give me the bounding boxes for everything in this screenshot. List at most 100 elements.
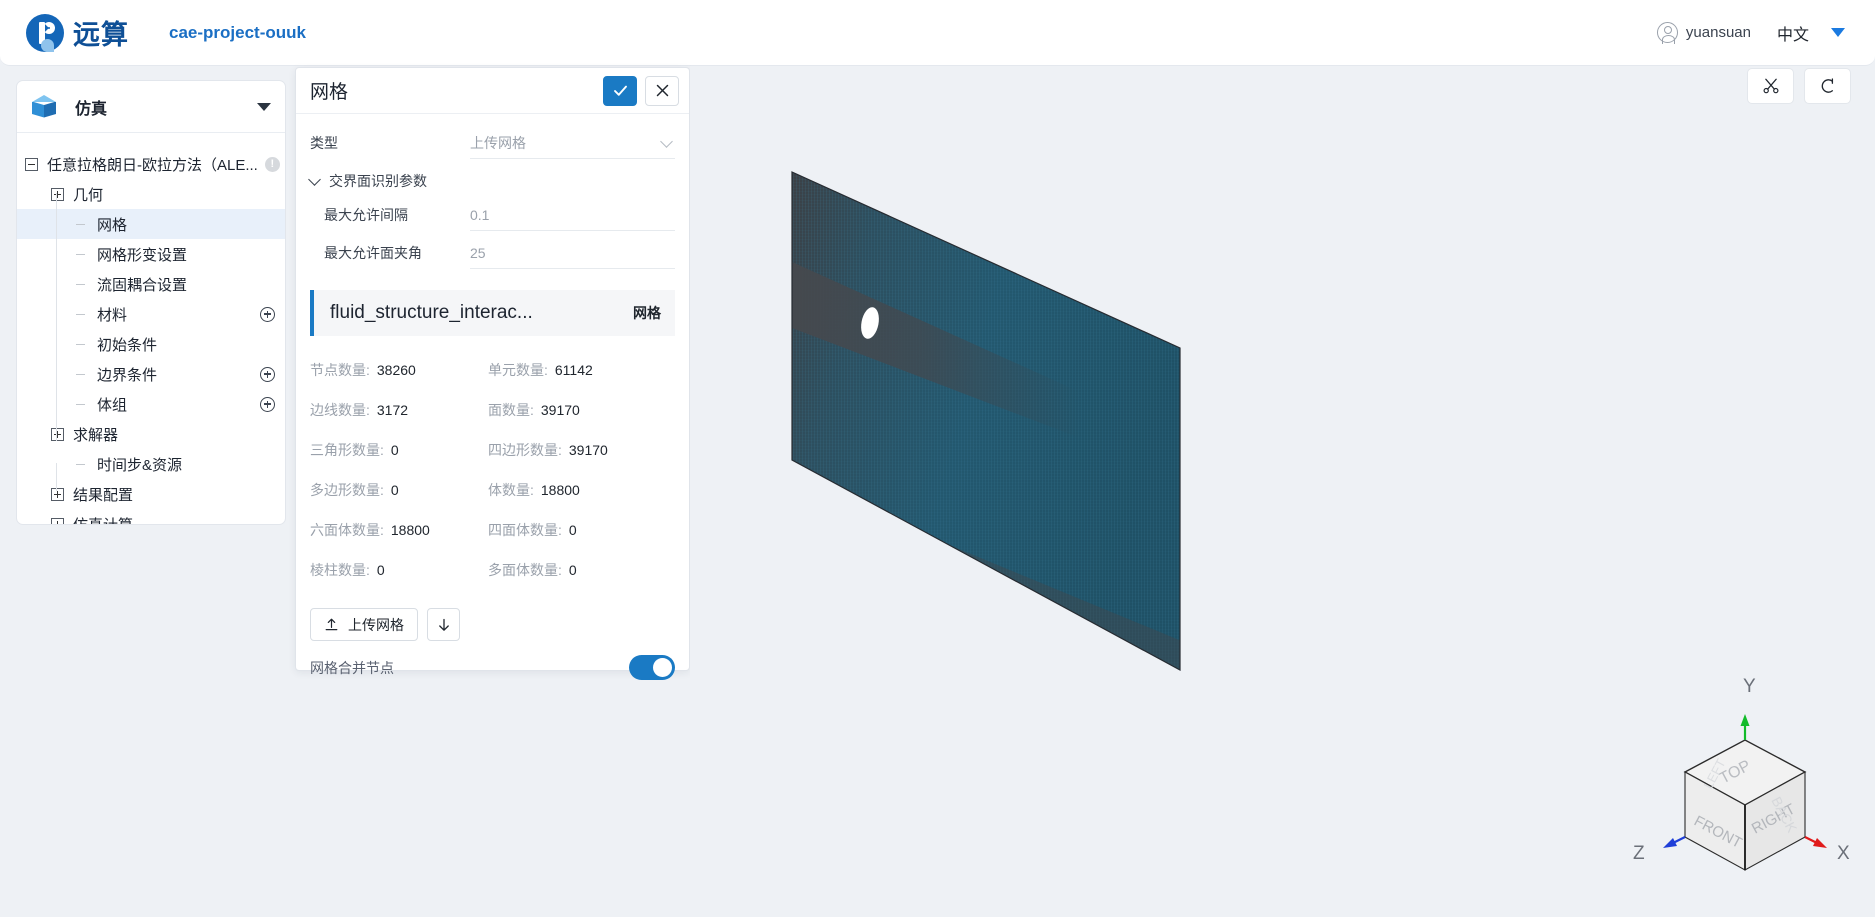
tree-item-label: 任意拉格朗日-欧拉方法（ALE... — [47, 156, 258, 174]
mesh-grid-texture — [792, 172, 1180, 670]
stat-key: 四面体数量: — [488, 522, 562, 538]
interface-params-group-header[interactable]: 交界面识别参数 — [308, 166, 675, 196]
tree-item-label: 材料 — [97, 306, 128, 324]
axis-label-z: Z — [1633, 843, 1645, 864]
expand-icon[interactable] — [51, 487, 64, 501]
tree-item-7[interactable]: 边界条件 — [17, 359, 285, 389]
project-name[interactable]: cae-project-ouuk — [169, 23, 306, 43]
stat-value: 39170 — [540, 402, 580, 418]
mesh-file-card[interactable]: fluid_structure_interac... 网格 — [310, 290, 675, 336]
axis-arrow-z — [1663, 836, 1686, 848]
simulation-tree: 任意拉格朗日-欧拉方法（ALE...! 几何网格网格形变设置 流固耦合设置材料初始条… — [17, 133, 285, 525]
chevron-down-icon[interactable] — [257, 102, 271, 111]
tree-item-3[interactable]: 网格形变设置 — [17, 239, 285, 269]
download-mesh-button[interactable] — [427, 608, 460, 641]
stat-key: 边线数量: — [310, 402, 370, 418]
panel-actions — [603, 75, 679, 106]
sidebar-header[interactable]: 仿真 — [17, 81, 285, 133]
expand-icon[interactable] — [51, 187, 64, 201]
stat-item: 六面体数量: 18800 — [310, 510, 488, 550]
chevron-down-icon[interactable] — [1831, 28, 1845, 37]
chevron-down-icon — [308, 172, 321, 186]
stat-key: 多面体数量: — [488, 562, 562, 578]
stat-value: 0 — [376, 562, 385, 578]
language-label[interactable]: 中文 — [1777, 21, 1809, 45]
stat-key: 多边形数量: — [310, 482, 384, 498]
stat-item: 三角形数量: 0 — [310, 430, 488, 470]
logo-icon — [26, 13, 64, 52]
3d-viewport[interactable]: Y Z X TOP FRONT RIGHT BACK LEFT — [690, 66, 1875, 917]
stat-key: 面数量: — [488, 402, 534, 418]
tree-item-11[interactable]: 结果配置 — [17, 479, 285, 509]
expand-icon[interactable] — [51, 427, 64, 441]
stat-value: 0 — [390, 482, 399, 498]
sidebar-title: 仿真 — [75, 100, 108, 118]
tree-item-label: 几何 — [73, 186, 104, 204]
tree-item-label: 仿真计算 — [73, 516, 134, 525]
type-select[interactable]: 上传网格 — [470, 127, 675, 159]
tree-item-9[interactable]: 求解器 — [17, 419, 285, 449]
sidebar: 仿真 任意拉格朗日-欧拉方法（ALE...! 几何网格网格形变设置 流固耦合设置材料… — [16, 80, 286, 525]
merge-nodes-toggle[interactable] — [629, 655, 675, 680]
mesh-model[interactable] — [790, 170, 1184, 672]
scissors-icon — [1762, 78, 1779, 94]
add-icon[interactable] — [260, 396, 275, 412]
mesh-file-tag: 网格 — [633, 305, 661, 321]
stat-value: 0 — [568, 522, 577, 538]
cube-icon — [31, 94, 57, 120]
username-label[interactable]: yuansuan — [1686, 24, 1751, 41]
tree-item-label: 结果配置 — [73, 486, 134, 504]
stat-value: 0 — [390, 442, 399, 458]
cancel-button[interactable] — [645, 75, 679, 106]
axis-label-x: X — [1837, 843, 1850, 864]
upload-row: 上传网格 — [310, 608, 675, 641]
tree-item-label: 时间步&资源 — [97, 456, 183, 474]
stat-item: 面数量: 39170 — [488, 390, 675, 430]
stat-value: 39170 — [568, 442, 608, 458]
tree-connector — [56, 193, 57, 441]
stat-item: 四面体数量: 0 — [488, 510, 675, 550]
tree-item-label: 体组 — [97, 396, 128, 414]
tree-item-2[interactable]: 网格 — [17, 209, 285, 239]
add-icon[interactable] — [260, 366, 275, 382]
stat-value: 3172 — [376, 402, 409, 418]
add-icon[interactable] — [260, 306, 275, 322]
top-bar: 远算 cae-project-ouuk yuansuan 中文 — [0, 0, 1875, 66]
max-angle-input[interactable]: 25 — [470, 237, 675, 269]
info-icon[interactable]: ! — [264, 156, 280, 172]
tree-connector — [56, 463, 57, 491]
tree-item-10[interactable]: 时间步&资源 — [17, 449, 285, 479]
type-field-row: 类型 上传网格 — [310, 124, 675, 162]
collapse-icon[interactable] — [25, 157, 38, 171]
tree-item-12[interactable]: 仿真计算 — [17, 509, 285, 525]
stat-item: 体数量: 18800 — [488, 470, 675, 510]
tree-item-4[interactable]: 流固耦合设置 — [17, 269, 285, 299]
axis-label-y: Y — [1743, 676, 1756, 697]
tree-item-6[interactable]: 初始条件 — [17, 329, 285, 359]
confirm-button[interactable] — [603, 75, 637, 106]
expand-icon[interactable] — [51, 517, 64, 524]
stat-key: 节点数量: — [310, 362, 370, 378]
tree-item-1[interactable]: 几何 — [17, 179, 285, 209]
scissors-icon-button[interactable] — [1747, 68, 1794, 104]
tree-item-label: 网格 — [97, 216, 128, 234]
stat-value: 61142 — [554, 362, 593, 378]
tree-item-0[interactable]: 任意拉格朗日-欧拉方法（ALE...! — [17, 149, 285, 179]
max-angle-label: 最大允许面夹角 — [324, 245, 422, 261]
max-gap-input[interactable]: 0.1 — [470, 199, 675, 231]
stat-key: 体数量: — [488, 482, 534, 498]
stat-item: 边线数量: 3172 — [310, 390, 488, 430]
brand-logo[interactable]: 远算 — [26, 13, 129, 52]
axis-arrow-y — [1740, 714, 1750, 740]
upload-mesh-button[interactable]: 上传网格 — [310, 608, 418, 641]
rotate-icon-button[interactable] — [1804, 68, 1851, 104]
max-gap-value: 0.1 — [470, 206, 490, 223]
max-gap-label: 最大允许间隔 — [324, 207, 408, 223]
merge-nodes-row: 网格合并节点 — [310, 655, 675, 686]
stat-item: 单元数量: 61142 — [488, 350, 675, 390]
tree-item-5[interactable]: 材料 — [17, 299, 285, 329]
stat-value: 0 — [568, 562, 577, 578]
tree-item-8[interactable]: 体组 — [17, 389, 285, 419]
view-cube[interactable]: Y Z X TOP FRONT RIGHT BACK LEFT — [1625, 672, 1865, 882]
stat-key: 单元数量: — [488, 362, 548, 378]
